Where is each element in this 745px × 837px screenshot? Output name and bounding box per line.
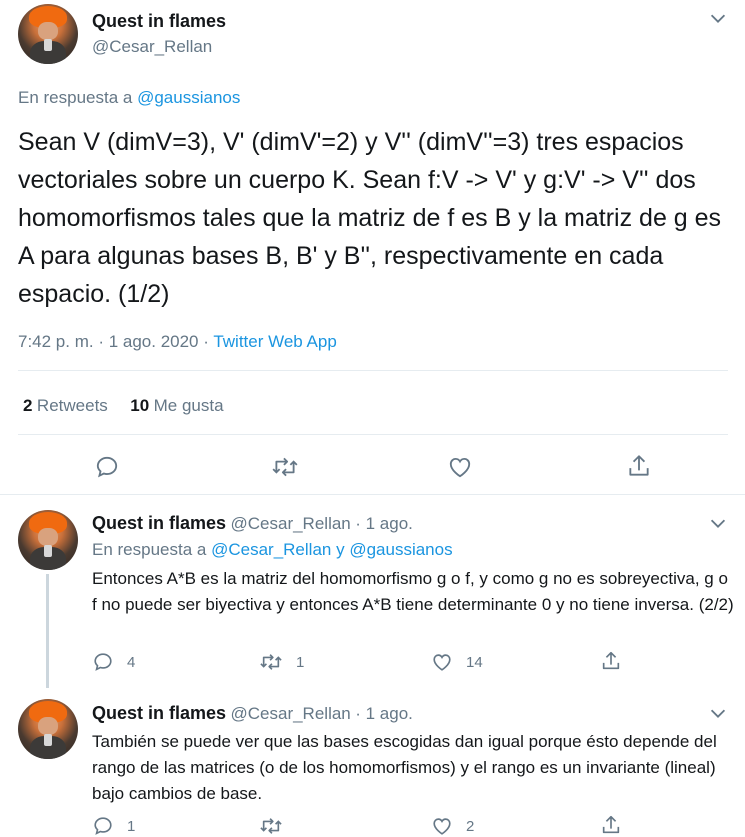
share-icon [629,455,649,476]
reply2-more-chevron-icon[interactable] [707,702,729,724]
reply-count: 1 [127,817,136,835]
likes-count: 10 [130,396,150,415]
reply1-reply-button[interactable]: 4 [92,651,135,673]
reply-icon [94,817,112,835]
reply1-retweet-button[interactable]: 1 [259,651,304,673]
reply1-date[interactable]: · 1 ago. [355,514,413,533]
reply-to-link-1[interactable]: @Cesar_Rellan [211,540,331,559]
reply2-author-avatar[interactable] [18,699,78,759]
reply-prefix: En respuesta a [18,88,133,107]
reply2-retweet-button[interactable] [259,815,296,837]
main-author-handle[interactable]: @Cesar_Rellan [92,37,212,57]
reply2-author-name[interactable]: Quest in flames [92,703,226,723]
likes-label: Me gusta [153,396,224,415]
like-count: 2 [466,817,475,835]
retweets-label: Retweets [36,396,108,415]
main-retweet-button[interactable] [271,454,299,480]
reply2-share-button[interactable] [600,814,622,836]
main-tweet-time[interactable]: 7:42 p. m. · 1 ago. 2020 · [18,332,209,351]
reply2-text: También se puede ver que las bases escog… [92,732,717,803]
reply1-share-button[interactable] [600,650,622,672]
reply-icon [96,456,118,478]
reply-prefix: En respuesta a [92,540,207,559]
share-icon [602,815,620,834]
share-icon [602,651,620,670]
reply1-reply-context: En respuesta a @Cesar_Rellan y @gaussian… [92,540,453,560]
main-tweet-source[interactable]: Twitter Web App [213,332,336,351]
main-tweet-text: Sean V (dimV=3), V' (dimV'=2) y V'' (dim… [18,128,722,308]
reply-count: 4 [127,653,136,671]
likes-stat[interactable]: 10 Me gusta [130,396,224,415]
reply2-author-handle[interactable]: @Cesar_Rellan [231,704,351,723]
thread-line [46,574,49,688]
heart-icon [449,457,471,478]
section-divider [0,494,745,495]
reply-to-link[interactable]: @gaussianos [137,88,240,107]
divider [18,434,728,435]
reply1-author-avatar[interactable] [18,510,78,570]
reply-joiner: y [336,540,345,559]
main-reply-button[interactable] [94,454,120,480]
reply1-author-handle[interactable]: @Cesar_Rellan [231,514,351,533]
retweets-count: 2 [23,396,33,415]
reply2-like-button[interactable]: 2 [431,815,474,837]
reply2-header: Quest in flames @Cesar_Rellan · 1 ago. [92,703,413,724]
reply1-more-chevron-icon[interactable] [707,512,729,534]
retweets-stat[interactable]: 2 Retweets [23,396,112,415]
reply1-header: Quest in flames @Cesar_Rellan · 1 ago. [92,513,413,534]
retweet-icon [272,457,298,477]
main-author-avatar[interactable] [18,4,78,64]
main-author-name[interactable]: Quest in flames [92,11,226,32]
retweet-count: 1 [296,653,305,671]
reply2-reply-button[interactable]: 1 [92,815,135,837]
main-tweet-stats: 2 Retweets 10 Me gusta [23,396,224,416]
main-reply-context: En respuesta a @gaussianos [18,88,240,108]
reply1-like-button[interactable]: 14 [431,651,483,673]
reply-icon [94,653,112,671]
like-count: 14 [466,653,483,671]
main-share-button[interactable] [626,453,652,479]
retweet-icon [260,818,282,834]
reply1-text: Entonces A*B es la matriz del homomorfis… [92,569,734,614]
heart-icon [433,818,451,835]
divider [18,370,728,371]
retweet-icon [260,654,282,670]
reply-to-link-2[interactable]: @gaussianos [349,540,452,559]
reply2-date[interactable]: · 1 ago. [355,704,413,723]
main-tweet-timestamp-line: 7:42 p. m. · 1 ago. 2020 · Twitter Web A… [18,332,337,352]
heart-icon [433,654,451,671]
reply1-author-name[interactable]: Quest in flames [92,513,226,533]
main-more-chevron-icon[interactable] [707,7,729,29]
main-like-button[interactable] [447,454,473,480]
